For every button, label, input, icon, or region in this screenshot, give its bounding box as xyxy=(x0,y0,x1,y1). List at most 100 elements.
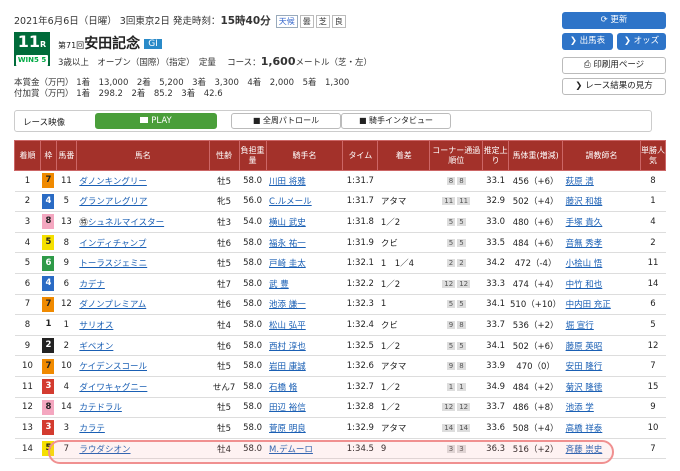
sex-age-cell: 牡5 xyxy=(209,397,240,419)
horse-name-link[interactable]: ケイデンスコール xyxy=(76,355,210,377)
jockey-link[interactable]: 菅原 明良 xyxy=(266,417,343,439)
trainer-link[interactable]: 萩原 清 xyxy=(562,170,641,192)
trainer-link[interactable]: 音無 秀孝 xyxy=(562,232,641,254)
horse-name-link[interactable]: カテドラル xyxy=(76,397,210,419)
horse-name-link[interactable]: ㊕シュネルマイスター xyxy=(76,211,210,233)
race-ordinal: 第71回 xyxy=(58,41,85,50)
post-time-label: 発走時刻： xyxy=(172,16,221,27)
time-cell: 1:31.8 xyxy=(342,211,378,233)
horse-name-link[interactable]: カラテ xyxy=(76,417,210,439)
class-text: 3歳以上 オープン（国際）（指定） 定量 xyxy=(58,58,216,68)
refresh-button[interactable]: ⟳ 更新 xyxy=(562,12,666,29)
jockey-link[interactable]: 池添 謙一 xyxy=(266,294,343,316)
margin-cell: アタマ xyxy=(377,191,430,213)
print-button[interactable]: ⎙ 印刷用ページ xyxy=(562,57,666,74)
weight-carried-cell: 58.0 xyxy=(239,294,267,316)
odds-button[interactable]: ❯ オッズ xyxy=(617,33,666,50)
trainer-link[interactable]: 手塚 貴久 xyxy=(562,211,641,233)
table-row: 1 7 11 ダノンキングリー 牡5 58.0 川田 将雅 1:31.7 8 8 33.1 456（+… xyxy=(14,170,666,192)
entries-button[interactable]: ❯ 出馬表 xyxy=(562,33,613,50)
foreign-horse-icon: ㊕ xyxy=(79,217,88,228)
jockey-link[interactable]: 石橋 脩 xyxy=(266,376,343,398)
sex-age-cell: 牡4 xyxy=(209,314,240,336)
distance-unit: メートル（芝・左） xyxy=(295,58,372,68)
waku-cell: 2 xyxy=(40,335,57,357)
rank-cell: 14 xyxy=(14,438,41,460)
trainer-link[interactable]: 中竹 和也 xyxy=(562,273,641,295)
trainer-link[interactable]: 高橋 祥泰 xyxy=(562,417,641,439)
table-row: 6 4 6 カデナ 牡7 58.0 武 豊 1:32.2 1／2 12 12 33.3 474（+4）中… xyxy=(14,273,666,295)
jockey-link[interactable]: 西村 淳也 xyxy=(266,335,343,357)
trainer-link[interactable]: 菊沢 隆徳 xyxy=(562,376,641,398)
corner-cell: 12 12 xyxy=(429,273,483,295)
last-3f-cell: 34.1 xyxy=(482,294,509,316)
corner-cell: 55 xyxy=(429,335,483,357)
horse-name-link[interactable]: グランアレグリア xyxy=(76,191,210,213)
jockey-link[interactable]: 武 豊 xyxy=(266,273,343,295)
win5-number: 5 xyxy=(41,56,47,64)
trainer-link[interactable]: 中内田 充正 xyxy=(562,294,641,316)
results-guide-button[interactable]: ❯ レース結果の見方 xyxy=(562,78,666,95)
horse-name-link[interactable]: カデナ xyxy=(76,273,210,295)
table-row: 3 8 13 ㊕シュネルマイスター 牡3 54.0 横山 武史 1:31.8 1／2 5 5 33.0… xyxy=(14,211,666,233)
jockey-interview-button[interactable]: ■ 騎手インタビュー xyxy=(341,113,451,129)
jockey-link[interactable]: 戸崎 圭太 xyxy=(266,252,343,274)
rank-cell: 13 xyxy=(14,417,41,439)
horse-name-link[interactable]: トーラスジェミニ xyxy=(76,252,210,274)
waku-cell: 8 xyxy=(40,211,57,233)
play-button[interactable]: PLAY xyxy=(95,113,217,129)
body-weight-cell: 502（+6） xyxy=(508,335,563,357)
waku-cell: 7 xyxy=(40,294,57,316)
weight-carried-cell: 58.0 xyxy=(239,314,267,336)
weight-carried-cell: 58.0 xyxy=(239,397,267,419)
race-date: 2021年6月6日（日曜） xyxy=(14,16,117,27)
body-weight-cell: 508（+4） xyxy=(508,417,563,439)
corner-position: 8 xyxy=(457,362,466,371)
sex-age-cell: 牡6 xyxy=(209,232,240,254)
jockey-link[interactable]: 横山 武史 xyxy=(266,211,343,233)
margin-cell: 1／2 xyxy=(377,211,430,233)
patrol-video-button[interactable]: ■ 全周パトロール xyxy=(231,113,341,129)
corner-position: 12 xyxy=(457,279,471,288)
jockey-link[interactable]: 川田 将雅 xyxy=(266,170,343,192)
jockey-link[interactable]: 松山 弘平 xyxy=(266,314,343,336)
popularity-cell: 12 xyxy=(640,335,666,357)
corner-cell: 22 xyxy=(429,252,483,274)
rank-cell: 9 xyxy=(14,335,41,357)
trainer-link[interactable]: 池添 学 xyxy=(562,397,641,419)
horse-name-link[interactable]: ダノンプレミアム xyxy=(76,294,210,316)
body-weight-cell: 456（+6） xyxy=(508,170,563,192)
jockey-link[interactable]: 福永 祐一 xyxy=(266,232,343,254)
jockey-link[interactable]: 田辺 裕信 xyxy=(266,397,343,419)
column-header: タイム xyxy=(342,140,379,171)
column-header: 馬名 xyxy=(75,140,210,171)
time-cell: 1:31.9 xyxy=(342,232,378,254)
added-prize-label: 付加賞（万円） xyxy=(14,89,74,99)
corner-position: 1 xyxy=(446,382,456,391)
horse-name-link[interactable]: ダイワキャグニー xyxy=(76,376,210,398)
prize-money: 本賞金（万円） 1着 13,000 2着 5,200 3着 3,300 4着 2… xyxy=(14,78,349,100)
trainer-link[interactable]: 安田 隆行 xyxy=(562,355,641,377)
horse-name-link[interactable]: ギベオン xyxy=(76,335,210,357)
trainer-link[interactable]: 藤沢 和雄 xyxy=(562,191,641,213)
trainer-link[interactable]: 小桧山 悟 xyxy=(562,252,641,274)
body-weight-cell: 484（+2） xyxy=(508,376,563,398)
distance: 1,600 xyxy=(260,55,296,68)
race-date-line: 2021年6月6日（日曜） 3回東京2日 発走時刻：15時40分 天候曇芝良 xyxy=(14,13,346,28)
weather-label: 天候 xyxy=(275,15,298,28)
horse-name[interactable]: シュネルマイスター xyxy=(88,218,164,228)
time-cell: 1:32.6 xyxy=(342,355,378,377)
sex-age-cell: 牝5 xyxy=(209,191,240,213)
trainer-link[interactable]: 堀 宣行 xyxy=(562,314,641,336)
time-cell: 1:32.8 xyxy=(342,397,378,419)
trainer-link[interactable]: 藤原 英昭 xyxy=(562,335,641,357)
waku-cell: 4 xyxy=(40,191,57,213)
horse-name-link[interactable]: インディチャンプ xyxy=(76,232,210,254)
horse-name-link[interactable]: サリオス xyxy=(76,314,210,336)
waku-badge: 3 xyxy=(42,420,55,436)
jockey-link[interactable]: 岩田 康誠 xyxy=(266,355,343,377)
jockey-link[interactable]: C.ルメール xyxy=(266,191,343,213)
horse-number-cell: 3 xyxy=(56,417,77,439)
horse-name-link[interactable]: ダノンキングリー xyxy=(76,170,210,192)
corner-position: 8 xyxy=(457,320,466,329)
